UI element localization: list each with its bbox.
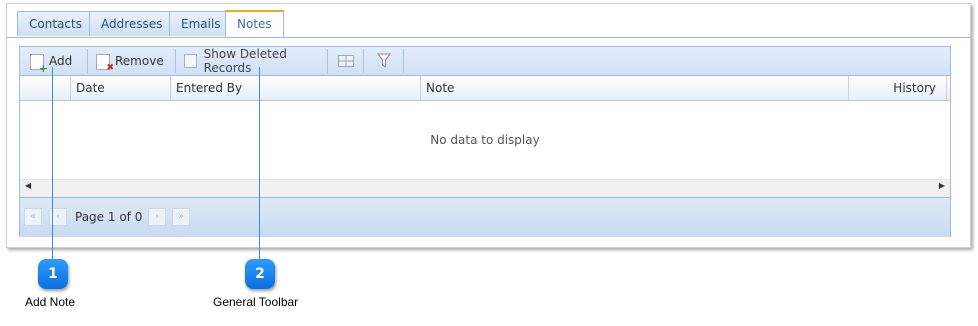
show-deleted-toggle[interactable]: Show Deleted Records [180, 47, 328, 75]
next-page-icon[interactable]: › [148, 208, 166, 226]
add-button[interactable]: Add [26, 49, 88, 74]
scroll-right-icon[interactable]: ▶ [939, 181, 945, 190]
callout-line-2 [259, 67, 260, 263]
remove-label: Remove [115, 54, 164, 68]
column-selector [20, 76, 71, 100]
callout-badge-1: 1 [38, 259, 68, 289]
horizontal-scrollbar[interactable]: ◀ ▶ [20, 179, 950, 197]
column-headers: Date Entered By Note History [20, 76, 950, 101]
scroll-left-icon[interactable]: ◀ [25, 181, 31, 190]
tab-addresses[interactable]: Addresses [89, 11, 175, 36]
filter-icon [376, 53, 391, 68]
filter-button[interactable] [364, 49, 404, 73]
columns-icon [337, 55, 354, 67]
last-page-icon[interactable]: » [172, 208, 190, 226]
callout-caption-2: General Toolbar [213, 295, 299, 309]
tab-notes[interactable]: Notes [225, 10, 284, 37]
remove-button[interactable]: Remove [92, 49, 176, 73]
paging-toolbar: « ‹ Page 1 of 0 › » [20, 197, 950, 237]
show-deleted-label: Show Deleted Records [203, 47, 287, 75]
columns-button[interactable] [328, 49, 364, 73]
add-icon [30, 53, 48, 74]
column-header-date[interactable]: Date [71, 76, 171, 100]
tab-contacts[interactable]: Contacts [17, 11, 94, 36]
callout-badge-2: 2 [245, 259, 275, 289]
tab-bar: Contacts Addresses Emails Notes [7, 4, 970, 38]
tab-emails[interactable]: Emails [169, 11, 233, 36]
add-label: Add [49, 54, 73, 68]
general-toolbar: Add Remove Show Deleted Records [20, 47, 950, 76]
remove-icon [96, 53, 114, 73]
column-header-history[interactable]: History [849, 76, 947, 100]
notes-panel: Contacts Addresses Emails Notes Add Remo… [6, 3, 971, 248]
column-header-entered-by[interactable]: Entered By [171, 76, 421, 100]
column-header-note[interactable]: Note [421, 76, 849, 100]
first-page-icon[interactable]: « [24, 208, 42, 226]
callout-caption-1: Add Note [25, 295, 76, 309]
notes-grid: Add Remove Show Deleted Records [19, 46, 951, 237]
callout-line-1 [52, 67, 53, 263]
empty-message: No data to display [430, 133, 540, 147]
checkbox-icon[interactable] [184, 54, 197, 68]
page-indicator: Page 1 of 0 [75, 210, 143, 224]
